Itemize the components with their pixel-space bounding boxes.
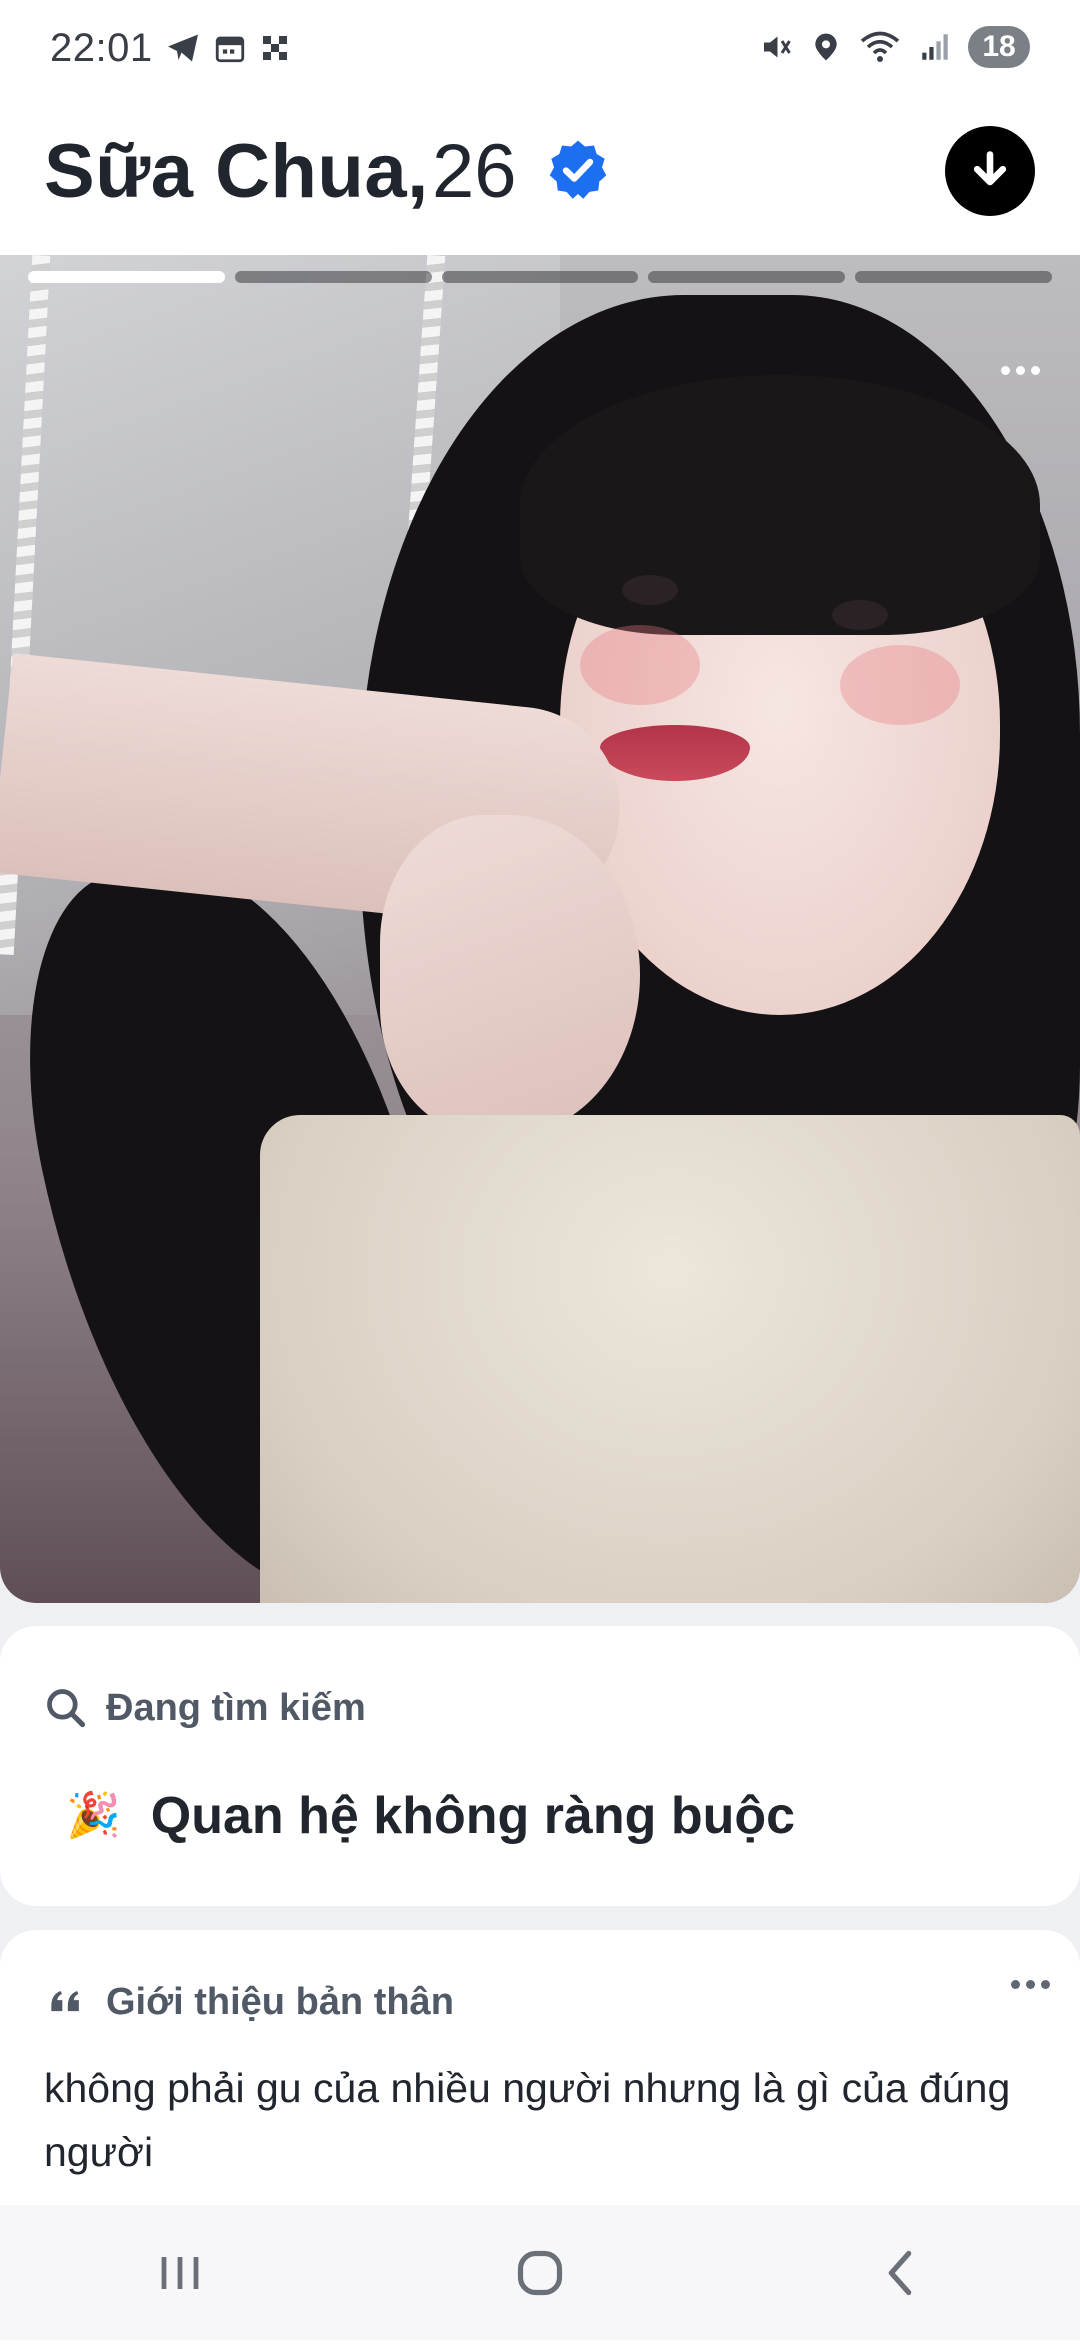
status-left-icons [165,30,291,66]
wifi-icon [860,31,900,62]
battery-indicator: 18 [968,26,1030,68]
status-time: 22:01 [50,26,153,70]
photo-hand [380,815,640,1135]
signal-icon [922,34,948,60]
recent-apps-icon [161,2256,199,2289]
location-icon [815,33,837,61]
profile-name: Sữa Chua, [44,129,429,214]
profile-header: Sữa Chua, 26 [0,100,1080,256]
photo-bangs [520,375,1040,635]
photo-eye-left [622,575,678,605]
looking-for-card: Đang tìm kiếm 🎉 Quan hệ không ràng buộc [0,1626,1080,1906]
photo-progress-segment-5[interactable] [855,271,1052,283]
arrow-down-icon [973,151,1007,186]
recent-apps-button[interactable] [120,2223,240,2323]
back-button[interactable] [840,2223,960,2323]
quote-icon [51,1991,79,2012]
photo-cheek-left [580,625,700,705]
status-bar: 22:01 18 [0,0,1080,100]
telegram-icon [168,34,198,62]
photo-eye-right [832,600,888,630]
photo-more-icon[interactable] [990,355,1050,385]
looking-for-value: Quan hệ không ràng buộc [150,1787,796,1845]
photo-progress-segment-2[interactable] [234,271,432,283]
looking-for-header: Đang tìm kiếm [44,1686,366,1730]
app-grid-icon [263,36,287,60]
looking-for-value-row: 🎉 Quan hệ không ràng buộc [66,1786,795,1846]
party-popper-icon: 🎉 [66,1791,121,1840]
mute-icon [764,36,791,58]
photo-progress [28,271,1052,285]
search-icon [47,1689,86,1728]
back-icon [888,2250,912,2295]
about-header: Giới thiệu bản thân [44,1980,454,2024]
home-button[interactable] [480,2223,600,2323]
about-more-icon[interactable] [1011,1980,1050,1989]
looking-for-label: Đang tìm kiếm [106,1686,366,1729]
calendar-icon [215,36,245,63]
profile-photo[interactable] [0,255,1080,1603]
photo-cheek-right [840,645,960,725]
photo-progress-segment-4[interactable] [648,271,846,283]
download-button[interactable] [945,126,1035,216]
about-text: không phải gu của nhiều người nhưng là g… [44,2065,1011,2175]
photo-progress-segment-3[interactable] [441,271,639,283]
profile-age: 26 [432,129,517,214]
about-label: Giới thiệu bản thân [106,1980,454,2023]
verified-badge-icon[interactable] [546,138,610,202]
system-nav-bar [0,2205,1080,2340]
photo-progress-segment-1[interactable] [28,271,225,283]
photo-dress [260,1115,1080,1603]
status-right-icons: 18 [758,26,1030,68]
home-icon [517,2250,563,2295]
